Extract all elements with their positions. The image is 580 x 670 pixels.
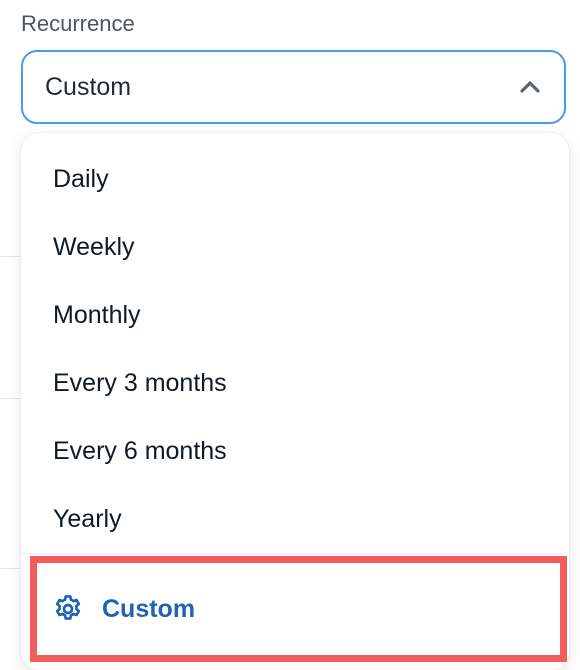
option-custom-label: Custom — [102, 594, 196, 623]
option-every-3-months[interactable]: Every 3 months — [21, 349, 569, 417]
recurrence-select[interactable]: Custom — [21, 50, 566, 124]
option-monthly[interactable]: Monthly — [21, 281, 569, 349]
chevron-up-icon[interactable] — [518, 75, 542, 99]
option-daily[interactable]: Daily — [21, 145, 569, 213]
option-every-6-months[interactable]: Every 6 months — [21, 417, 569, 485]
recurrence-picker: Recurrence Custom Daily Weekly Monthly E… — [0, 0, 580, 670]
recurrence-dropdown-menu: Daily Weekly Monthly Every 3 months Ever… — [21, 133, 569, 670]
menu-divider — [21, 553, 569, 554]
option-yearly[interactable]: Yearly — [21, 485, 569, 553]
recurrence-label: Recurrence — [21, 11, 135, 36]
option-custom[interactable]: Custom — [30, 556, 567, 662]
selected-value: Custom — [45, 72, 132, 101]
option-weekly[interactable]: Weekly — [21, 213, 569, 281]
gear-icon — [52, 593, 84, 625]
